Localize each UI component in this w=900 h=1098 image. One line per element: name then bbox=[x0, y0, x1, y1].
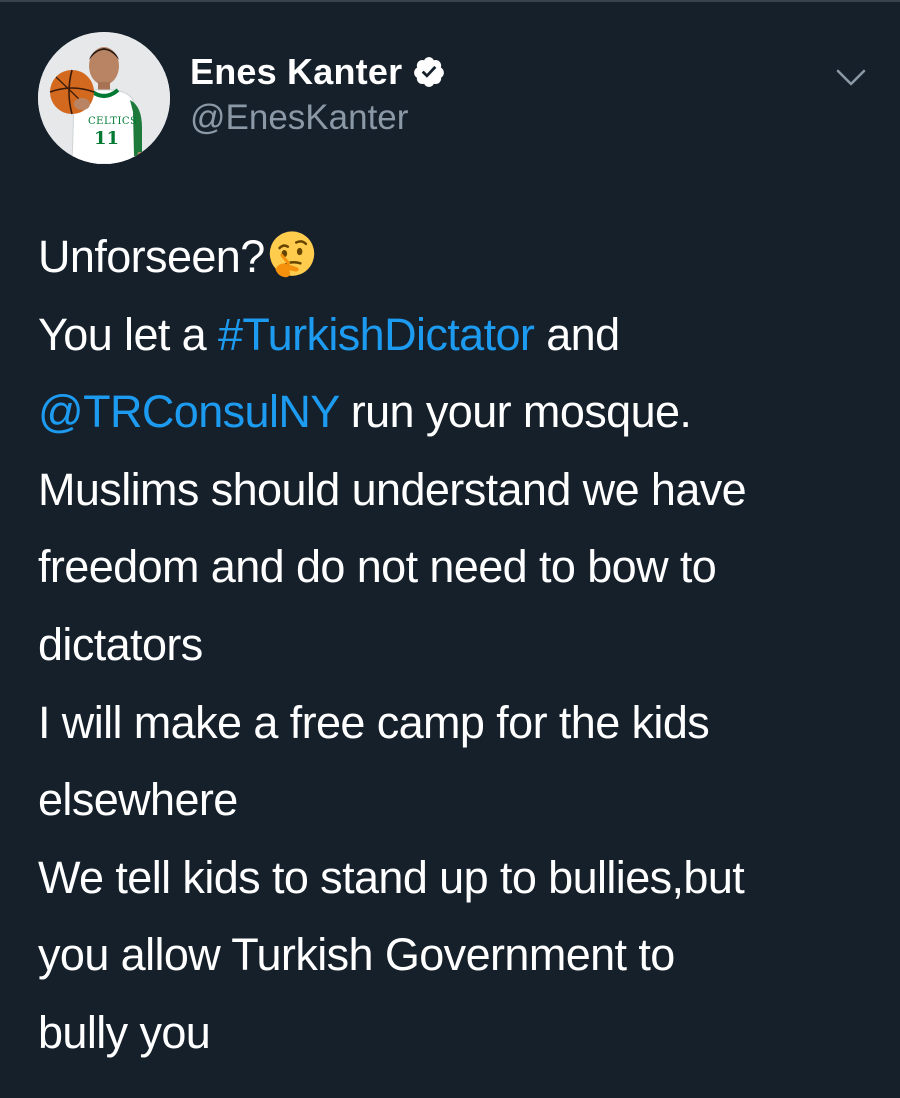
tweet-text-segment: run your mosque. bbox=[338, 386, 692, 438]
tweet-text-segment: and bbox=[534, 308, 620, 360]
avatar-jersey-number: 11 bbox=[94, 128, 120, 149]
avatar-jersey-text: CELTICS bbox=[88, 116, 138, 127]
tweet-text-segment: bully you bbox=[38, 1006, 211, 1058]
chevron-down-icon[interactable] bbox=[834, 64, 868, 90]
tweet-text-segment: dictators bbox=[38, 618, 203, 670]
tweet-text-segment: Unforseen? bbox=[38, 231, 265, 282]
tweet-line: Muslims should understand we have bbox=[38, 451, 878, 529]
author-handle[interactable]: @EnesKanter bbox=[190, 98, 408, 138]
tweet-line: You let a #TurkishDictator and bbox=[38, 296, 878, 374]
tweet-text-segment: you allow Turkish Government to bbox=[38, 929, 675, 981]
tweet-line: @TRConsulNY run your mosque. bbox=[38, 373, 878, 451]
tweet-text-segment: We tell kids to stand up to bullies,but bbox=[38, 851, 745, 903]
tweet-line: I will make a free camp for the kids bbox=[38, 684, 878, 762]
author-display-name[interactable]: Enes Kanter bbox=[190, 51, 402, 93]
tweet-line: elsewhere bbox=[38, 761, 878, 839]
tweet-line: dictators bbox=[38, 606, 878, 684]
tweet-text-segment: freedom and do not need to bow to bbox=[38, 541, 717, 593]
tweet-line: Unforseen? bbox=[38, 218, 878, 296]
mention-link[interactable]: @TRConsulNY bbox=[38, 386, 339, 437]
tweet-line: bully you bbox=[38, 994, 878, 1072]
tweet-text-segment: You let a bbox=[38, 308, 218, 360]
tweet-line: We tell kids to stand up to bullies,but bbox=[38, 839, 878, 917]
tweet-text-segment: I will make a free camp for the kids bbox=[38, 696, 710, 748]
tweet: CELTICS 11 Enes Kanter @EnesKanter Unfor… bbox=[0, 0, 900, 1098]
author-name-row: Enes Kanter bbox=[190, 50, 446, 94]
tweet-line: freedom and do not need to bow to bbox=[38, 528, 878, 606]
hashtag-link[interactable]: #TurkishDictator bbox=[218, 309, 535, 360]
verified-badge-icon bbox=[412, 55, 446, 89]
tweet-text-segment: Muslims should understand we have bbox=[38, 463, 747, 515]
tweet-text-segment: elsewhere bbox=[38, 774, 238, 826]
author-avatar[interactable]: CELTICS 11 bbox=[38, 32, 170, 164]
tweet-text: Unforseen? You let a #TurkishDictator and… bbox=[38, 218, 878, 1072]
tweet-line: you allow Turkish Government to bbox=[38, 916, 878, 994]
thinking-face-emoji-icon bbox=[267, 226, 317, 278]
